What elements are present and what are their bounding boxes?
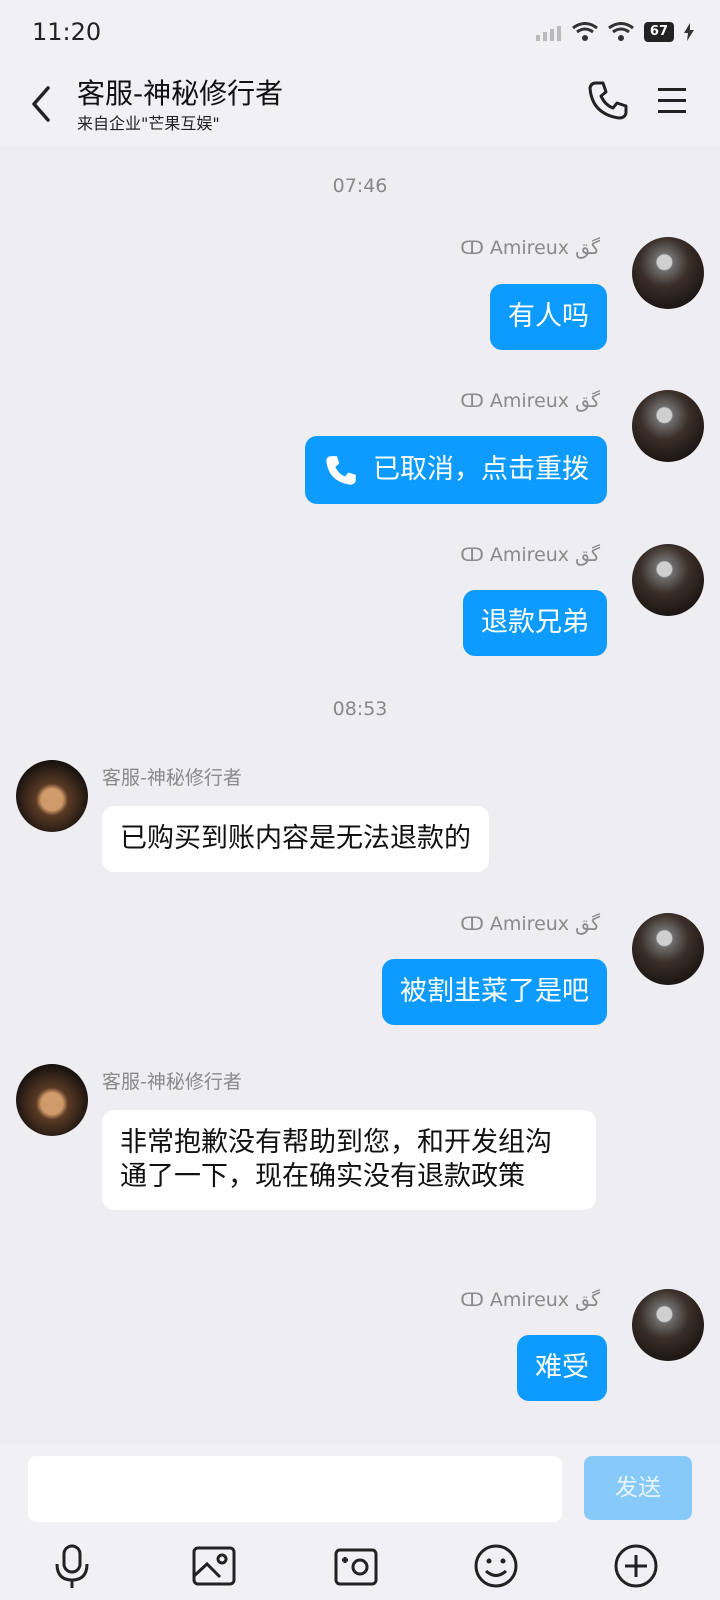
phone-icon[interactable]: [586, 78, 630, 122]
microphone-icon[interactable]: [48, 1542, 96, 1590]
message-text: 已购买到账内容是无法退款的: [120, 823, 471, 854]
avatar[interactable]: [632, 1289, 704, 1361]
chat-header: 客服-神秘修行者 来自企业"芒果互娱": [0, 66, 720, 146]
avatar[interactable]: [632, 544, 704, 616]
sender-name: 客服-神秘修行者: [102, 1071, 242, 1093]
menu-icon[interactable]: [652, 80, 692, 120]
back-icon[interactable]: [22, 82, 62, 126]
message-bubble[interactable]: 非常抱歉没有帮助到您，和开发组沟通了一下，现在确实没有退款政策: [102, 1110, 596, 1210]
chat-subtitle: 来自企业"芒果互娱": [77, 114, 220, 133]
message-timestamp: 08:53: [332, 698, 388, 720]
call-bubble[interactable]: 已取消，点击重拨: [305, 436, 607, 504]
avatar[interactable]: [16, 1064, 88, 1136]
signal-icon: [535, 26, 561, 41]
avatar[interactable]: [632, 913, 704, 985]
camera-icon[interactable]: [332, 1542, 380, 1590]
sender-name: ↀ Amireux گق: [460, 544, 600, 566]
message-bubble[interactable]: 被割韭菜了是吧: [382, 959, 607, 1025]
battery-indicator: 67: [643, 22, 674, 42]
message-bubble[interactable]: 有人吗: [490, 284, 607, 350]
wifi-icon: [608, 22, 634, 41]
charging-icon: [684, 23, 694, 41]
sender-name: ↀ Amireux گق: [460, 237, 600, 259]
message-timestamp: 07:46: [332, 175, 388, 197]
message-input[interactable]: [28, 1456, 562, 1522]
status-icons: 67: [535, 22, 694, 42]
message-text: 被割韭菜了是吧: [400, 976, 589, 1007]
wifi-icon: [572, 22, 598, 41]
sender-name: ↀ Amireux گق: [460, 1289, 600, 1311]
emoji-icon[interactable]: [472, 1542, 520, 1590]
message-text: 难受: [535, 1352, 589, 1383]
avatar[interactable]: [632, 237, 704, 309]
avatar[interactable]: [632, 390, 704, 462]
send-button[interactable]: 发送: [584, 1456, 692, 1520]
image-icon[interactable]: [190, 1542, 238, 1590]
message-bubble[interactable]: 已购买到账内容是无法退款的: [102, 806, 489, 872]
chat-title: 客服-神秘修行者: [77, 77, 284, 110]
sender-name: 客服-神秘修行者: [102, 767, 242, 789]
status-time: 11:20: [32, 18, 102, 46]
input-bar: 发送: [0, 1444, 720, 1600]
message-text: 有人吗: [508, 301, 589, 332]
message-bubble[interactable]: 难受: [517, 1335, 607, 1401]
message-bubble[interactable]: 退款兄弟: [463, 590, 607, 656]
avatar[interactable]: [16, 760, 88, 832]
message-text: 退款兄弟: [481, 607, 589, 638]
status-bar: 11:20 67: [0, 0, 720, 66]
sender-name: ↀ Amireux گق: [460, 913, 600, 935]
message-text: 已取消，点击重拨: [373, 454, 589, 485]
phone-icon: [326, 456, 356, 485]
sender-name: ↀ Amireux گق: [460, 390, 600, 412]
plus-icon[interactable]: [612, 1542, 660, 1590]
message-text: 非常抱歉没有帮助到您，和开发组沟通了一下，现在确实没有退款政策: [120, 1127, 552, 1192]
